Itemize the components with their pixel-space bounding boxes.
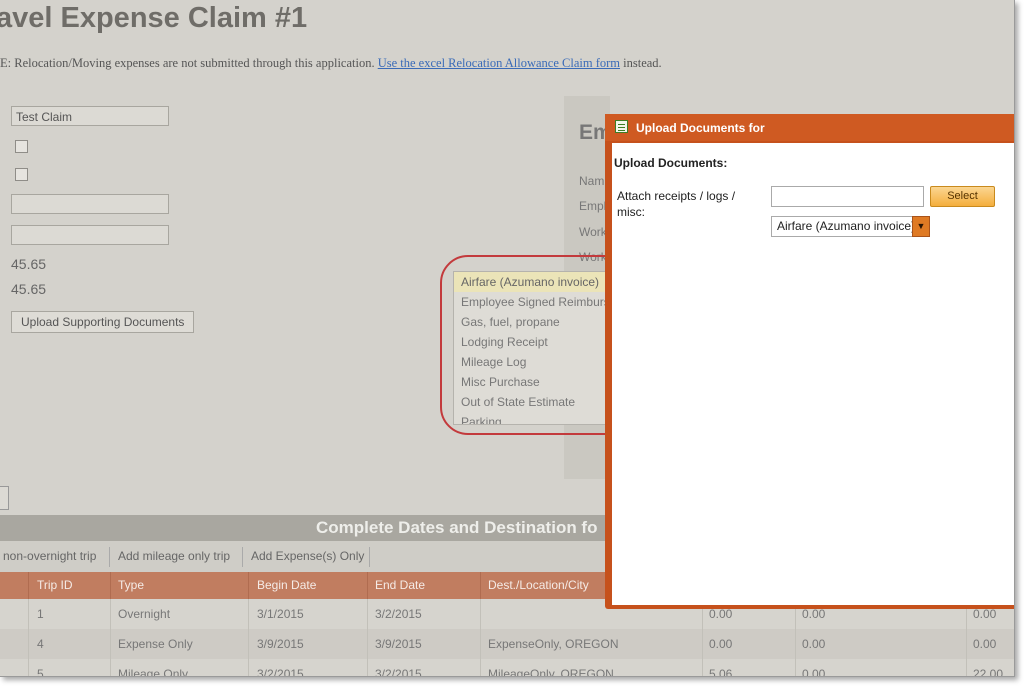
cell-destination: ExpenseOnly, OREGON	[488, 637, 619, 651]
divider	[110, 572, 111, 599]
divider	[248, 572, 249, 599]
employee-label-name: Nam	[579, 174, 605, 188]
divider	[702, 599, 703, 676]
upload-supporting-documents-button[interactable]: Upload Supporting Documents	[11, 311, 195, 333]
divider	[109, 547, 110, 567]
divider	[248, 599, 249, 676]
trips-section-title: Complete Dates and Destination fo	[316, 518, 598, 537]
dropdown-arrow-icon[interactable]: ▼	[912, 216, 930, 237]
table-row[interactable]: 5 Mileage Only 3/2/2015 3/2/2015 Mileage…	[0, 659, 1014, 677]
cell-trip-id: 1	[37, 607, 44, 621]
note-text: E: Relocation/Moving expenses are not su…	[0, 56, 378, 70]
dialog-titlebar[interactable]: Upload Documents for	[605, 114, 1014, 141]
col-begin-date[interactable]: Begin Date	[257, 572, 316, 599]
dialog-body: Upload Documents: Attach receipts / logs…	[612, 143, 1014, 605]
col-trip-id[interactable]: Trip ID	[37, 572, 73, 599]
file-input[interactable]	[771, 186, 924, 207]
partial-button[interactable]	[0, 486, 9, 510]
document-type-dropdown[interactable]: Airfare (Azumano invoice)	[771, 216, 930, 237]
cell-begin-date: 3/9/2015	[257, 637, 304, 651]
relocation-note: E: Relocation/Moving expenses are not su…	[0, 56, 662, 71]
cell-begin-date: 3/1/2015	[257, 607, 304, 621]
cell-end-date: 3/9/2015	[375, 637, 422, 651]
upload-heading: Upload Documents:	[614, 156, 728, 170]
divider	[480, 572, 481, 599]
divider	[242, 547, 243, 567]
text-input-2[interactable]	[11, 225, 169, 245]
divider	[795, 599, 796, 676]
document-list-icon	[615, 120, 628, 133]
amount-value-1: 45.65	[11, 256, 47, 272]
cell-amount: 0.00	[802, 637, 826, 651]
employee-label-employee: Empl	[579, 199, 607, 213]
divider	[367, 572, 368, 599]
add-mileage-only-trip-button[interactable]: Add mileage only trip	[118, 541, 230, 572]
col-end-date[interactable]: End Date	[375, 572, 425, 599]
dialog-title: Upload Documents for	[636, 121, 765, 135]
employee-label-work-1: Work	[579, 225, 607, 239]
divider	[480, 599, 481, 676]
col-destination[interactable]: Dest./Location/City	[488, 572, 589, 599]
cell-type: Expense Only	[118, 637, 193, 651]
cell-destination: MileageOnly, OREGON	[488, 667, 614, 677]
upload-documents-dialog: Upload Documents for Upload Documents: A…	[605, 114, 1014, 609]
divider	[367, 599, 368, 676]
checkbox-2[interactable]	[15, 168, 28, 181]
text-input-1[interactable]	[11, 194, 169, 214]
cell-amount: 0.00	[802, 667, 826, 677]
cell-begin-date: 3/2/2015	[257, 667, 304, 677]
cell-amount: 0.00	[709, 637, 733, 651]
amount-value-2: 45.65	[11, 281, 47, 297]
select-file-button[interactable]: Select	[930, 186, 995, 207]
note-suffix: instead.	[620, 56, 662, 70]
cell-end-date: 3/2/2015	[375, 607, 422, 621]
divider	[966, 599, 967, 676]
cell-amount: 22.00	[973, 667, 1004, 677]
divider	[369, 547, 370, 567]
page-title: avel Expense Claim #1	[0, 2, 308, 34]
cell-type: Overnight	[118, 607, 171, 621]
cell-end-date: 3/2/2015	[375, 667, 422, 677]
divider	[28, 599, 29, 676]
cell-trip-id: 5	[37, 667, 44, 677]
table-row[interactable]: 4 Expense Only 3/9/2015 3/9/2015 Expense…	[0, 629, 1014, 659]
relocation-form-link[interactable]: Use the excel Relocation Allowance Claim…	[378, 56, 620, 70]
add-non-overnight-trip-button[interactable]: non-overnight trip	[3, 541, 96, 572]
claim-name-input[interactable]: Test Claim	[11, 106, 169, 126]
col-type[interactable]: Type	[118, 572, 144, 599]
cell-trip-id: 4	[37, 637, 44, 651]
cell-amount: 5.06	[709, 667, 733, 677]
add-expense-only-button[interactable]: Add Expense(s) Only	[251, 541, 364, 572]
attach-label: Attach receipts / logs / misc:	[617, 189, 736, 219]
screenshot-frame: avel Expense Claim #1 E: Relocation/Movi…	[0, 0, 1015, 677]
cell-type: Mileage Only	[118, 667, 189, 677]
cell-amount: 0.00	[973, 637, 997, 651]
checkbox-1[interactable]	[15, 140, 28, 153]
divider	[28, 572, 29, 599]
divider	[110, 599, 111, 676]
